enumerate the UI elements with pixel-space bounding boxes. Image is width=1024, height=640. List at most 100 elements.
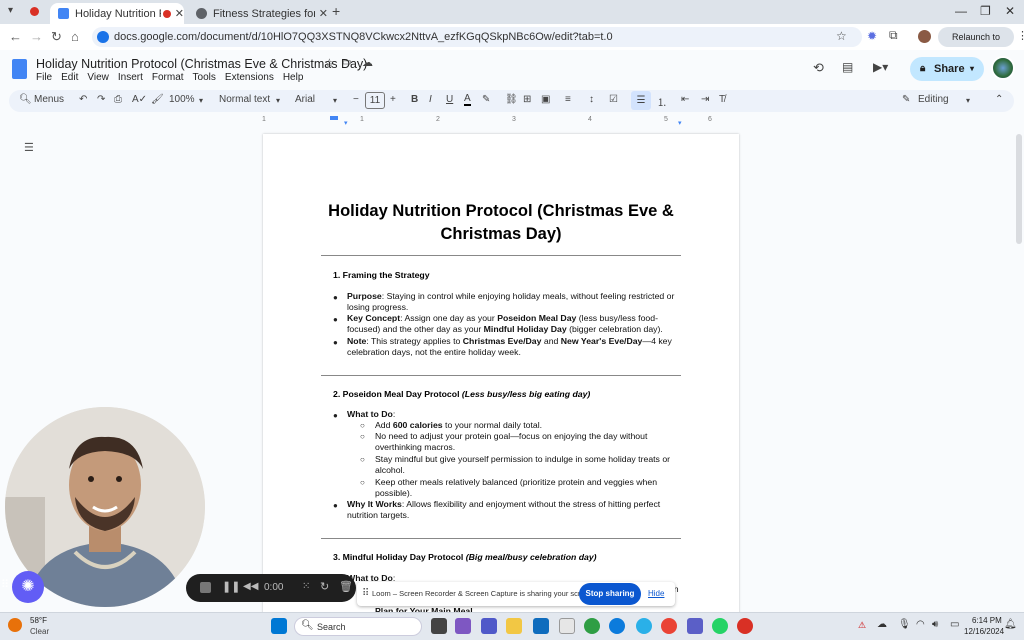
- meet-camera-icon[interactable]: ▶▾: [873, 60, 888, 74]
- horizontal-ruler[interactable]: 1 ▾ 1 2 3 4 5 ▾ 6: [262, 116, 740, 127]
- style-dropdown-icon[interactable]: ▾: [276, 96, 280, 105]
- restart-icon[interactable]: ↻: [320, 580, 329, 593]
- menus-button[interactable]: Menus: [34, 94, 64, 105]
- profile-avatar[interactable]: [918, 30, 931, 43]
- new-tab-button[interactable]: +: [332, 3, 340, 19]
- star-icon[interactable]: ☆: [324, 56, 335, 70]
- chrome-active-icon[interactable]: [661, 618, 677, 634]
- menu-format[interactable]: Format: [152, 72, 184, 83]
- address-bar[interactable]: docs.google.com/document/d/10HlO7QQ3XSTN…: [92, 27, 862, 47]
- print-icon[interactable]: ⎙: [114, 94, 122, 105]
- menu-view[interactable]: View: [87, 72, 109, 83]
- version-history-icon[interactable]: ⟲: [813, 60, 824, 76]
- pause-icon[interactable]: ❚❚: [222, 580, 240, 593]
- underline-icon[interactable]: U: [446, 94, 453, 105]
- insert-image-icon[interactable]: ▣: [541, 94, 550, 105]
- increase-indent-icon[interactable]: ⇥: [701, 94, 709, 105]
- restore-window-button[interactable]: ❐: [980, 4, 991, 18]
- windows-start-icon[interactable]: [271, 618, 287, 634]
- left-margin-marker-icon[interactable]: ▾: [344, 119, 348, 127]
- add-comment-icon[interactable]: ⊞: [523, 94, 531, 105]
- weather-icon[interactable]: [8, 618, 22, 632]
- vertical-scrollbar[interactable]: [1016, 134, 1022, 244]
- paint-format-icon[interactable]: 🖌︎: [151, 94, 164, 105]
- redo-icon[interactable]: ↷: [97, 94, 105, 105]
- close-tab-icon[interactable]: ✕: [175, 7, 184, 20]
- chrome-profile-icon[interactable]: [737, 618, 753, 634]
- numbered-list-icon[interactable]: ⒈: [657, 94, 667, 109]
- indent-marker-icon[interactable]: [330, 116, 338, 120]
- spellcheck-icon[interactable]: A✓: [132, 94, 147, 105]
- wifi-icon[interactable]: ◠: [916, 619, 925, 630]
- font-select[interactable]: Arial: [295, 94, 315, 105]
- forward-arrow-icon[interactable]: →: [30, 29, 43, 44]
- docs-logo-icon[interactable]: [12, 59, 27, 79]
- account-avatar[interactable]: [991, 56, 1015, 80]
- editing-mode-select[interactable]: Editing: [918, 94, 949, 105]
- bookmark-star-icon[interactable]: ☆: [836, 29, 847, 43]
- italic-icon[interactable]: I: [429, 94, 432, 105]
- notifications-bell-icon[interactable]: 🔔︎: [1004, 619, 1017, 630]
- font-dropdown-icon[interactable]: ▾: [333, 96, 337, 105]
- right-margin-marker-icon[interactable]: ▾: [678, 119, 682, 127]
- file-explorer-icon[interactable]: [506, 618, 522, 634]
- stop-recording-icon[interactable]: [200, 582, 211, 593]
- task-view-icon[interactable]: [431, 618, 447, 634]
- search-icon[interactable]: 🔍︎: [19, 94, 32, 105]
- chrome-icon[interactable]: [584, 618, 600, 634]
- checklist-icon[interactable]: ☑: [609, 94, 618, 105]
- close-window-button[interactable]: ✕: [1005, 4, 1015, 18]
- align-icon[interactable]: ≡: [565, 94, 571, 105]
- tab-holiday-nutrition[interactable]: Holiday Nutrition Protocol (C... ✕: [50, 3, 184, 24]
- site-info-icon[interactable]: [97, 31, 109, 43]
- decrease-indent-icon[interactable]: ⇤: [681, 94, 689, 105]
- document-page[interactable]: Holiday Nutrition Protocol (Christmas Ev…: [263, 134, 739, 614]
- undo-icon[interactable]: ↶: [79, 94, 87, 105]
- edge-icon[interactable]: [609, 618, 625, 634]
- document-title[interactable]: Holiday Nutrition Protocol (Christmas Ev…: [36, 57, 367, 71]
- bold-icon[interactable]: B: [411, 94, 418, 105]
- app-icon[interactable]: [636, 618, 652, 634]
- notification-alert-icon[interactable]: ⚠: [858, 620, 866, 631]
- text-color-icon[interactable]: A: [464, 94, 471, 106]
- share-button[interactable]: 🔒︎ Share ▾: [910, 57, 984, 81]
- bulleted-list-icon[interactable]: ☰: [631, 91, 651, 110]
- menu-file[interactable]: File: [36, 72, 52, 83]
- loom-logo-icon[interactable]: ✺: [12, 571, 44, 603]
- share-dropdown-icon[interactable]: ▾: [970, 57, 974, 81]
- loom-taskbar-icon[interactable]: [687, 618, 703, 634]
- teams-icon[interactable]: [481, 618, 497, 634]
- taskbar-search-box[interactable]: 🔍︎ Search: [294, 617, 422, 636]
- font-size-input[interactable]: 11: [365, 92, 385, 109]
- tab-search-icon[interactable]: ▾: [8, 5, 13, 16]
- reload-icon[interactable]: ↻: [51, 29, 62, 45]
- clear-formatting-icon[interactable]: T̸: [719, 94, 725, 105]
- delete-icon[interactable]: 🗑︎: [339, 580, 353, 593]
- close-tab-icon[interactable]: ✕: [319, 7, 328, 20]
- more-menu-icon[interactable]: ⋮: [1017, 29, 1024, 42]
- zoom-dropdown-icon[interactable]: ▾: [199, 96, 203, 105]
- move-folder-icon[interactable]: ▭: [342, 57, 351, 68]
- drag-handle-icon[interactable]: ⠿: [362, 588, 369, 599]
- onedrive-icon[interactable]: ☁: [877, 619, 887, 630]
- home-icon[interactable]: ⌂: [71, 29, 79, 44]
- style-select[interactable]: Normal text: [219, 94, 270, 105]
- battery-icon[interactable]: ▭: [950, 619, 959, 630]
- menu-help[interactable]: Help: [283, 72, 304, 83]
- clock-date[interactable]: 12/16/2024: [964, 627, 1004, 636]
- recording-tab-icon[interactable]: [30, 7, 39, 16]
- rewind-icon[interactable]: ◀◀: [243, 581, 258, 592]
- store-icon[interactable]: [559, 618, 575, 634]
- collapse-toolbar-icon[interactable]: ⌃: [995, 94, 1003, 105]
- volume-icon[interactable]: 🔊︎: [932, 619, 938, 630]
- copilot-icon[interactable]: [455, 618, 471, 634]
- tab-fitness-strategies[interactable]: Fitness Strategies for Professio... ✕: [188, 3, 328, 24]
- menu-edit[interactable]: Edit: [61, 72, 78, 83]
- whatsapp-icon[interactable]: [712, 618, 728, 634]
- insert-link-icon[interactable]: ⛓︎: [505, 94, 518, 105]
- relaunch-to-update-button[interactable]: Relaunch to update: [938, 27, 1014, 62]
- extensions-puzzle-icon[interactable]: ⧉: [889, 28, 898, 43]
- comments-icon[interactable]: ▤: [842, 60, 853, 74]
- line-spacing-icon[interactable]: ↕: [589, 94, 594, 105]
- minimize-window-button[interactable]: —: [955, 4, 967, 18]
